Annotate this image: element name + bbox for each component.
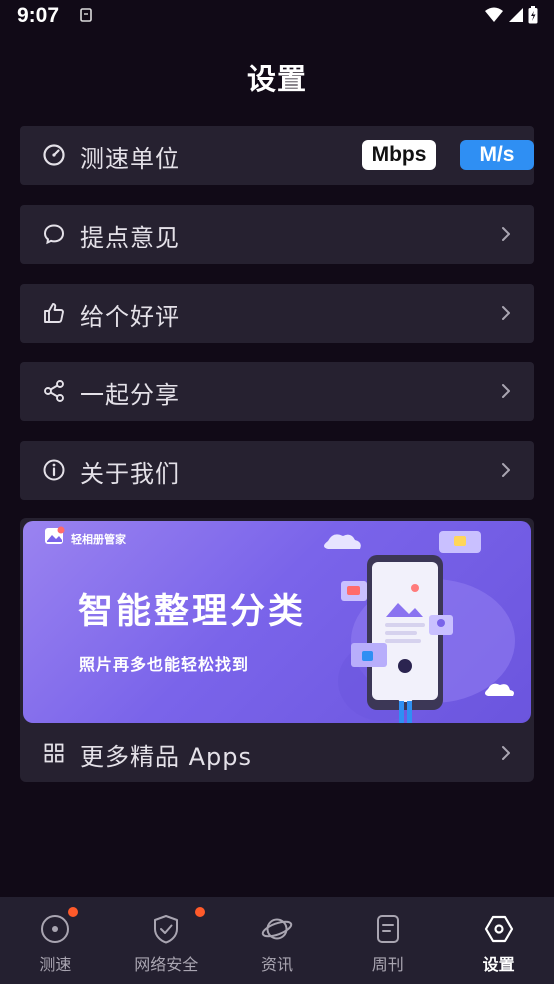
promo-brand: 轻相册管家: [71, 533, 126, 546]
thumbs-up-icon: [44, 303, 64, 323]
speedometer-icon: [41, 915, 70, 943]
chevron-right-icon: [502, 384, 510, 398]
apps-grid-icon: [44, 743, 64, 763]
promo-banner[interactable]: 轻相册管家 智能整理分类 照片再多也能轻松找到: [23, 521, 531, 723]
tab-label: 资讯: [260, 955, 293, 974]
wifi-icon: [485, 7, 503, 22]
rate-row[interactable]: 给个好评: [20, 284, 534, 343]
tab-news[interactable]: 资讯: [222, 897, 333, 984]
tab-speed-test[interactable]: 测速: [0, 897, 111, 984]
promo-card: 轻相册管家 智能整理分类 照片再多也能轻松找到 更多精品 Apps: [20, 518, 534, 782]
rate-label: 给个好评: [80, 303, 180, 331]
unit-mbps-button[interactable]: Mbps: [362, 140, 436, 170]
unit-ms-button[interactable]: M/s: [460, 140, 534, 170]
chevron-right-icon[interactable]: [500, 744, 512, 762]
share-row[interactable]: 一起分享: [20, 362, 534, 421]
promo-headline: 智能整理分类: [78, 592, 307, 632]
gauge-icon: [43, 144, 65, 166]
document-icon: [376, 915, 399, 943]
speed-unit-label: 测速单位: [80, 145, 180, 173]
share-label: 一起分享: [80, 381, 180, 409]
planet-icon: [261, 918, 293, 940]
phone-illustration: [324, 531, 515, 723]
hexagon-settings-icon: [484, 915, 513, 943]
chevron-right-icon: [502, 463, 510, 477]
battery-icon: [528, 6, 538, 24]
chat-bubble-icon: [43, 224, 65, 245]
feedback-label: 提点意见: [80, 224, 180, 252]
tab-label: 设置: [482, 955, 515, 974]
chevron-right-icon: [502, 306, 510, 320]
page-title: 设置: [246, 62, 307, 96]
more-apps-label[interactable]: 更多精品 Apps: [80, 737, 252, 772]
info-icon: [43, 459, 65, 481]
tab-label: 网络安全: [134, 955, 199, 974]
tab-settings[interactable]: 设置: [443, 897, 554, 984]
signal-icon: [509, 8, 523, 22]
notification-badge: [68, 907, 78, 917]
promo-subline: 照片再多也能轻松找到: [79, 655, 250, 674]
speed-unit-row: 测速单位 Mbps M/s: [20, 126, 534, 185]
status-time: 9:07: [17, 4, 60, 27]
tab-label: 周刊: [371, 955, 404, 974]
status-bar: 9:07: [0, 0, 554, 34]
shield-check-icon: [154, 915, 179, 944]
about-row[interactable]: 关于我们: [20, 441, 534, 500]
photo-album-logo: [45, 526, 65, 544]
chevron-right-icon: [502, 227, 510, 241]
tab-network-security[interactable]: 网络安全: [111, 897, 222, 984]
tab-weekly[interactable]: 周刊: [332, 897, 443, 984]
notification-badge: [194, 907, 205, 917]
tab-label: 测速: [39, 955, 72, 974]
bottom-tab-bar: 测速 网络安全 资讯 周刊 设置: [0, 897, 554, 984]
sim-icon: [80, 8, 92, 22]
share-icon: [44, 380, 64, 402]
feedback-row[interactable]: 提点意见: [20, 205, 534, 264]
about-label: 关于我们: [80, 460, 180, 488]
